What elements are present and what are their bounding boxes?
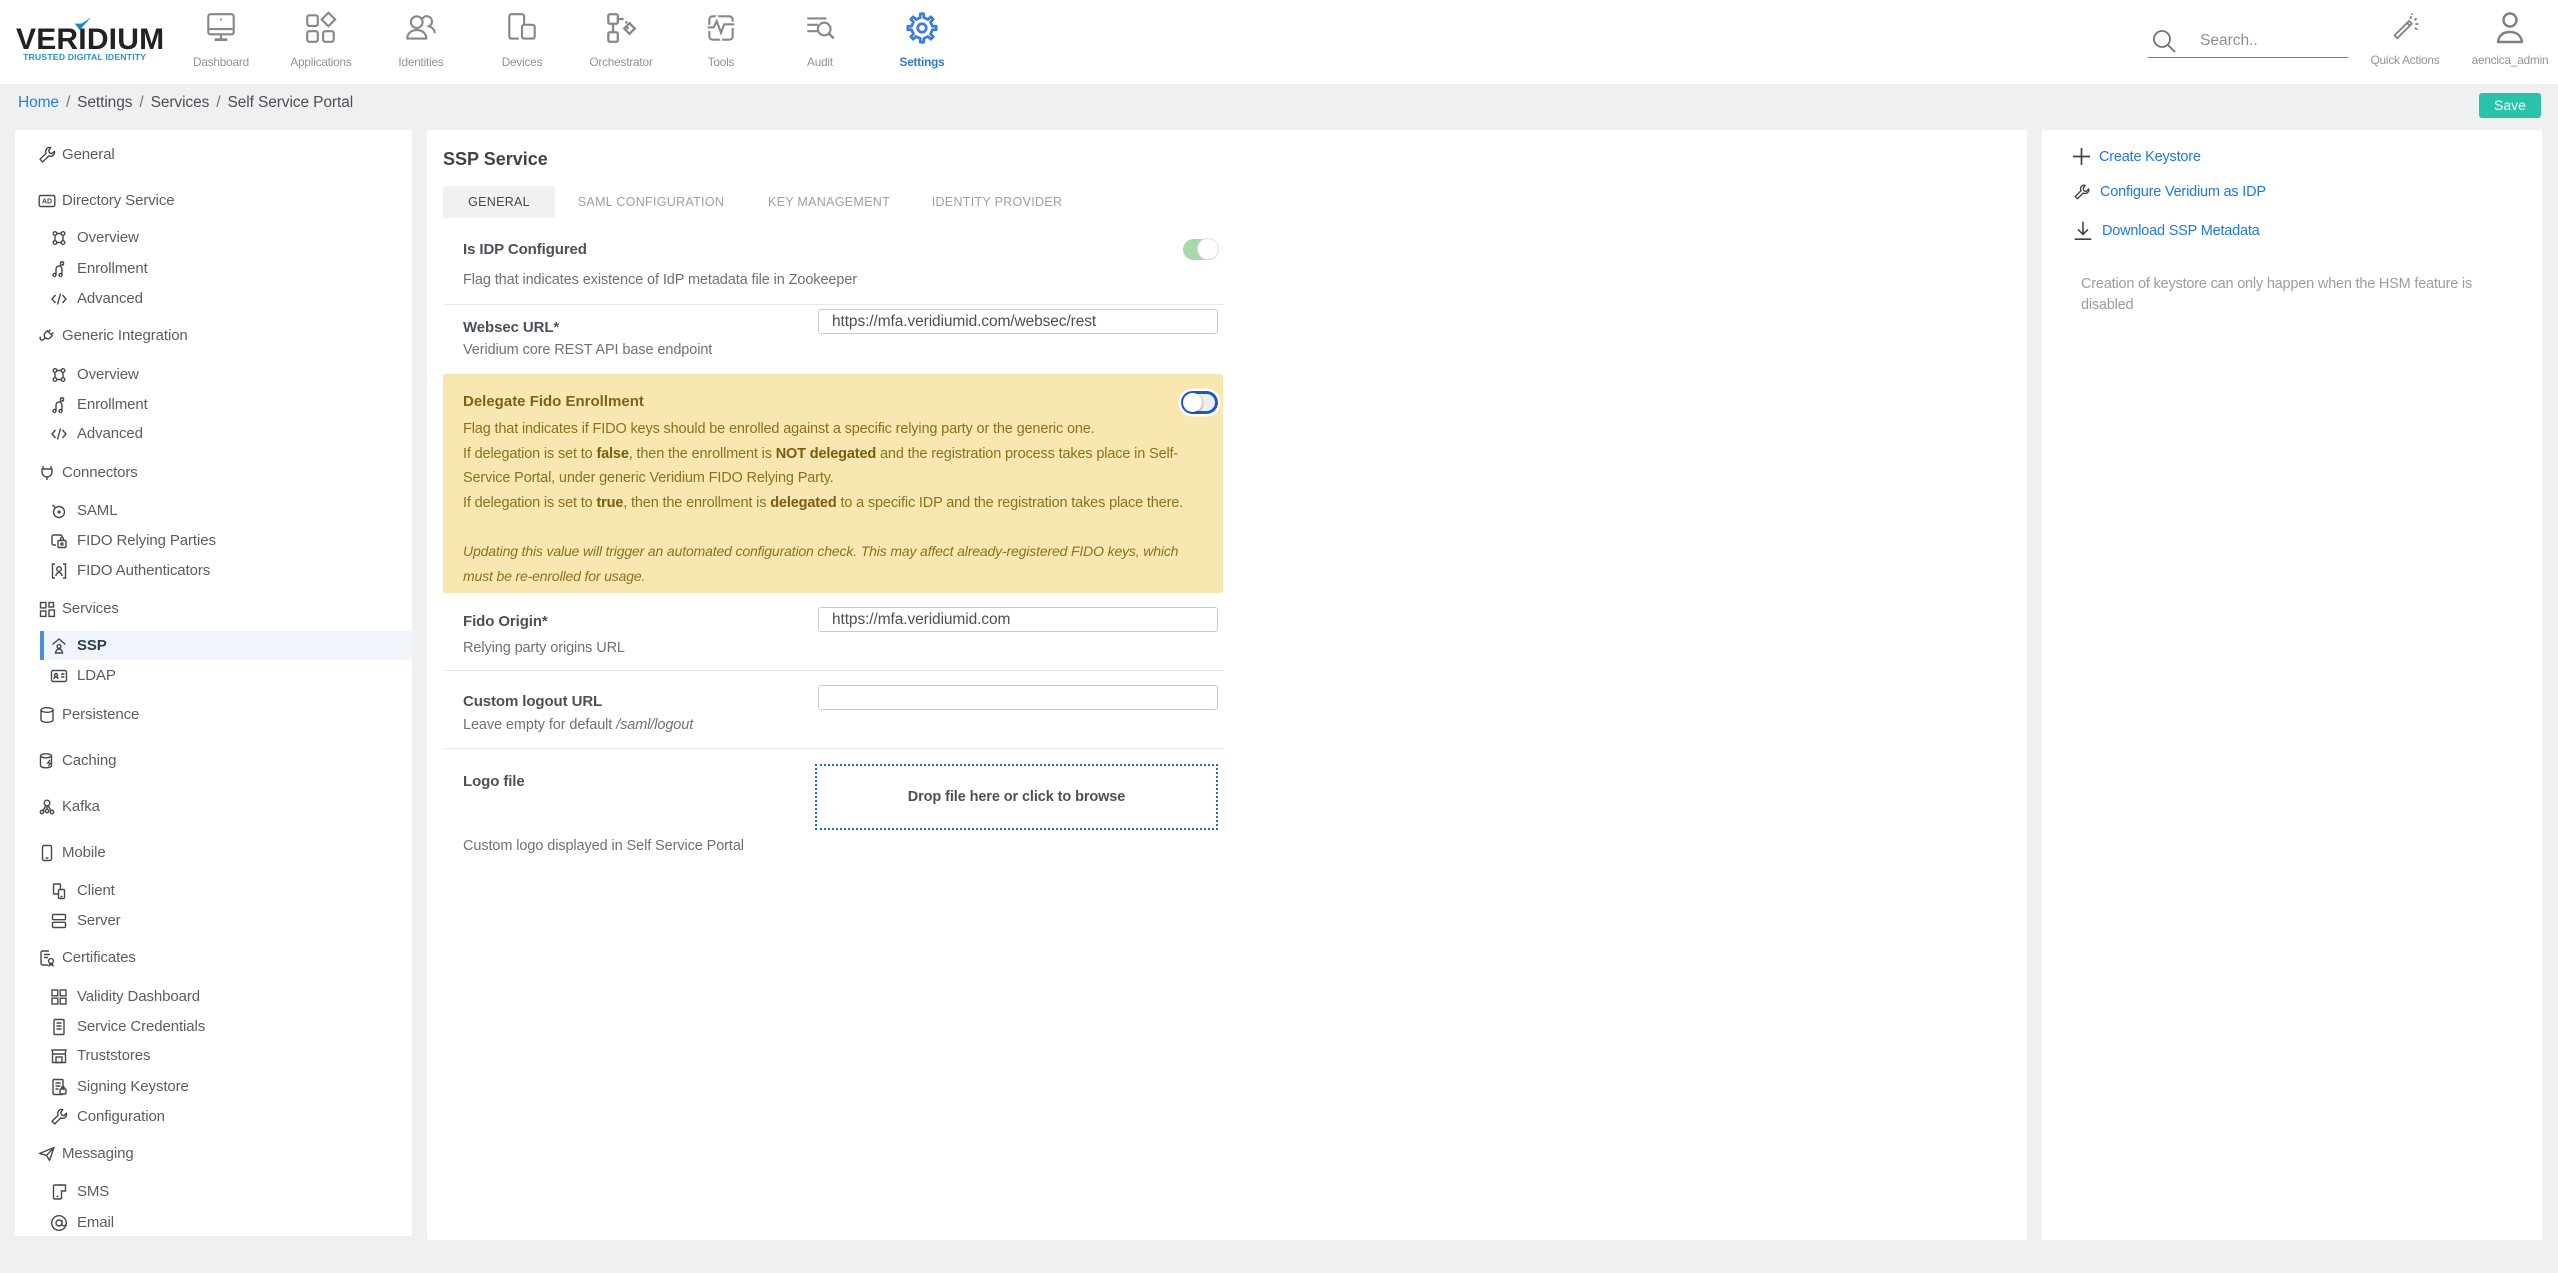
svg-text:AD: AD — [42, 198, 52, 205]
